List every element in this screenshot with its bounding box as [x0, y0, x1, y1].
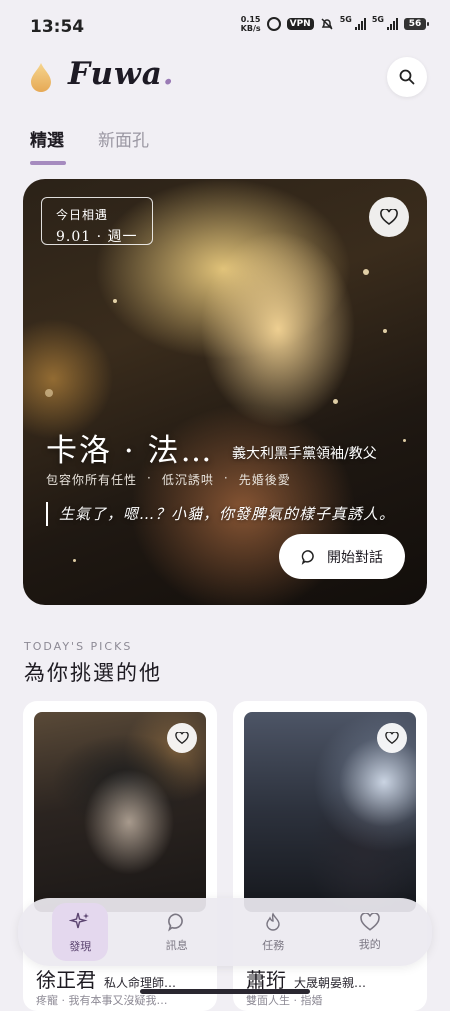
- character-tags: 疼寵 · 我有本事又沒疑我…: [36, 994, 168, 1007]
- start-chat-button[interactable]: 開始對話: [279, 534, 405, 579]
- character-tags: 雙面人生 · 指婚: [246, 994, 323, 1007]
- nav-tasks[interactable]: 任務: [245, 903, 301, 961]
- search-button[interactable]: [387, 57, 427, 97]
- section-title: 為你挑選的他: [24, 661, 162, 685]
- favorite-button[interactable]: [377, 723, 407, 753]
- featured-character-card[interactable]: 今日相遇 9.01 · 週一 卡洛 · 法… 義大利黑手黨領袖/教父 包容你所有…: [23, 179, 427, 605]
- status-time: 13:54: [30, 17, 85, 37]
- chat-bubble-icon: [167, 913, 183, 932]
- signal-2-label: 5G: [371, 15, 384, 24]
- vpn-badge: VPN: [286, 18, 314, 30]
- mute-bell-icon: [321, 18, 333, 30]
- heart-icon: [385, 732, 399, 744]
- signal-1-icon: [354, 18, 366, 30]
- battery-icon: 56: [404, 18, 429, 30]
- status-bar: 13:54 0.15 KB/s VPN 5G 5G 56: [0, 0, 450, 52]
- character-tags: 包容你所有任性 · 低沉誘哄 · 先婚後愛: [46, 471, 291, 487]
- app-logo: Fuwa.: [68, 56, 175, 92]
- network-speed: 0.15 KB/s: [240, 15, 261, 33]
- alarm-icon: [266, 17, 281, 31]
- daily-encounter-date: 今日相遇 9.01 · 週一: [41, 197, 153, 245]
- character-role: 義大利黑手黨領袖/教父: [232, 446, 377, 462]
- signal-2-icon: [387, 18, 398, 30]
- heart-icon: [380, 209, 398, 225]
- home-indicator[interactable]: [140, 989, 310, 994]
- flame-icon: [266, 911, 280, 931]
- search-icon: [399, 69, 415, 85]
- nav-profile[interactable]: 我的: [342, 903, 398, 961]
- chat-bubble-icon: [301, 549, 314, 565]
- active-tab-indicator: [30, 161, 66, 165]
- nav-messages[interactable]: 訊息: [149, 903, 205, 961]
- character-quote: 生氣了，嗯…？小貓，你發脾氣的樣子真誘人。: [46, 502, 395, 526]
- sparkle-icon: [69, 912, 90, 928]
- favorite-button[interactable]: [167, 723, 197, 753]
- section-eyebrow: TODAY'S PICKS: [24, 640, 133, 653]
- favorite-button[interactable]: [369, 197, 409, 237]
- bottom-navigation: 發現 訊息 任務 我的: [18, 898, 432, 966]
- nav-discover[interactable]: 發現: [52, 903, 109, 961]
- signal-1-label: 5G: [339, 15, 352, 24]
- start-chat-label: 開始對話: [327, 549, 383, 566]
- heart-icon: [175, 732, 189, 744]
- tab-featured[interactable]: 精選: [30, 126, 64, 151]
- character-name: 卡洛 · 法…: [46, 433, 214, 469]
- heart-icon: [359, 912, 380, 931]
- logo-drop-icon: [31, 63, 51, 92]
- tab-new-faces[interactable]: 新面孔: [98, 126, 149, 151]
- status-icons: 0.15 KB/s VPN 5G 5G 56: [240, 15, 429, 33]
